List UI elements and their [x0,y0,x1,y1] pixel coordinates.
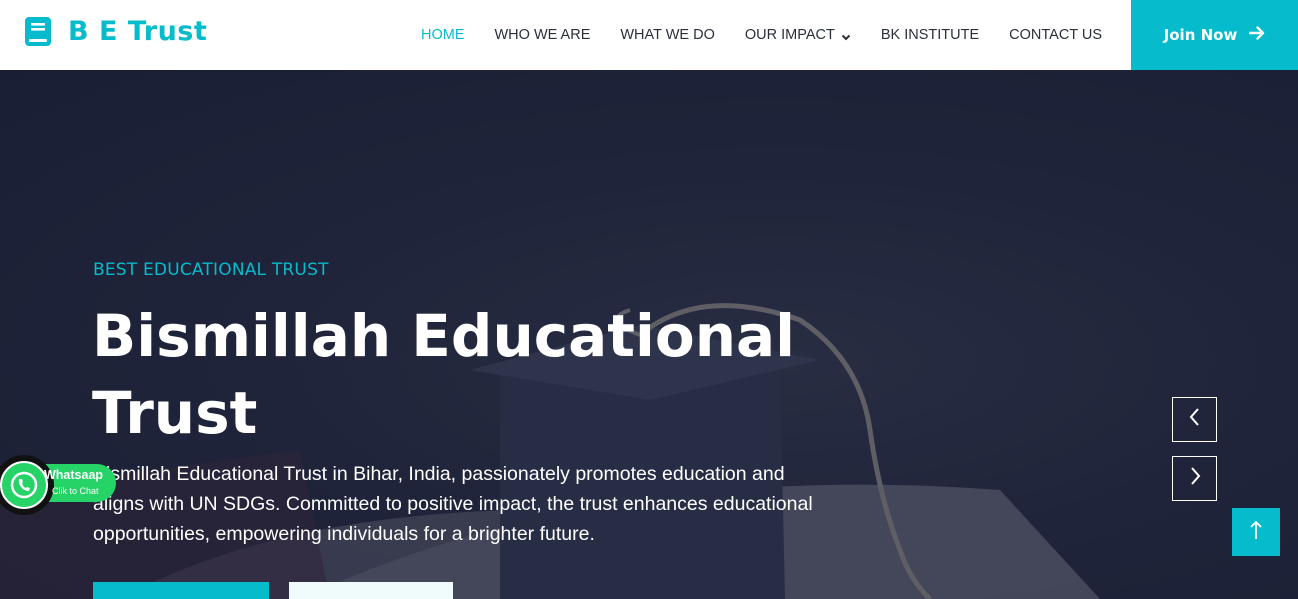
hero-subtitle: BEST EDUCATIONAL TRUST [93,260,329,280]
chevron-right-icon [1188,466,1202,491]
nav-home[interactable]: HOME [421,27,465,43]
nav-contact-us[interactable]: CONTACT US [1009,27,1102,43]
chevron-down-icon [841,30,851,41]
join-now-label: Join Now [1163,26,1238,44]
carousel-next-button[interactable] [1172,456,1217,501]
nav-who-we-are[interactable]: WHO WE ARE [495,27,591,43]
nav-our-impact-label: OUR IMPACT [744,27,835,43]
nav-what-we-do[interactable]: WHAT WE DO [620,27,715,43]
whatsapp-sublabel: Clik to Chat [52,486,99,496]
back-to-top-button[interactable] [1232,508,1280,556]
nav-our-impact[interactable]: OUR IMPACT [745,27,851,43]
whatsapp-label: Whatsaap [44,468,104,482]
join-now-button[interactable]: Join Now [1131,0,1298,70]
arrow-right-icon [1237,26,1265,44]
chevron-left-icon [1188,407,1202,432]
carousel-prev-button[interactable] [1172,397,1217,442]
brand-logo[interactable]: B E Trust [24,14,207,48]
hero-title: Bismillah Educational Trust [92,298,812,452]
nav-bk-institute[interactable]: BK INSTITUTE [881,27,979,43]
hero-title-line-2: Trust [92,379,258,447]
hero-primary-button[interactable] [93,582,269,599]
book-icon [24,16,52,47]
arrow-up-icon [1249,520,1263,545]
site-header: B E Trust HOME WHO WE ARE WHAT WE DO OUR… [0,0,1298,70]
hero-description: Bismillah Educational Trust in Bihar, In… [93,463,813,545]
whatsapp-icon [0,461,48,509]
hero-secondary-button[interactable] [289,582,453,599]
hero-carousel: BEST EDUCATIONAL TRUST Bismillah Educati… [0,70,1298,599]
hero-title-line-1: Bismillah Educational [92,302,796,370]
brand-name: B E Trust [68,15,208,47]
whatsapp-badge [0,455,54,515]
main-nav: HOME WHO WE ARE WHAT WE DO OUR IMPACT BK… [421,0,1132,70]
whatsapp-chat-widget[interactable]: Whatsaap Clik to Chat [0,455,122,515]
